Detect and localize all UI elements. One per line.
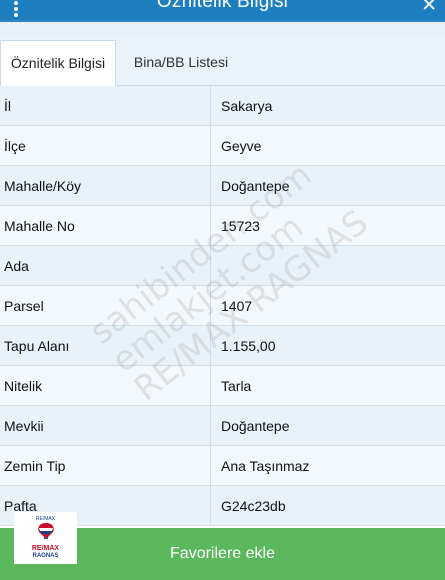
row-label: Tapu Alanı [4, 338, 70, 354]
table-row: Mahalle/Köy Doğantepe [0, 166, 445, 206]
column-divider [210, 166, 211, 205]
table-row: Ada [0, 246, 445, 286]
column-divider [210, 286, 211, 325]
table-row: Nitelik Tarla [0, 366, 445, 406]
row-value: 15723 [221, 218, 260, 234]
row-label: İl [4, 98, 11, 114]
row-value: Geyve [221, 138, 262, 154]
table-row: Mahalle No 15723 [0, 206, 445, 246]
row-label: Zemin Tip [4, 458, 66, 474]
remax-logo: RE/MAX RE/MAX RAGNAS [14, 512, 77, 564]
dialog-title: Öznitelik Bilgisi [156, 0, 289, 12]
title-bar: Öznitelik Bilgisi ✕ [0, 0, 445, 20]
row-label: Nitelik [4, 378, 43, 394]
table-row: Parsel 1407 [0, 286, 445, 326]
table-row: İl Sakarya [0, 86, 445, 126]
table-row: Zemin Tip Ana Taşınmaz [0, 446, 445, 486]
column-divider [210, 486, 211, 525]
row-value: Tarla [221, 378, 252, 394]
table-row: İlçe Geyve [0, 126, 445, 166]
column-divider [210, 206, 211, 245]
row-value: Ana Taşınmaz [221, 458, 310, 474]
column-divider [210, 246, 211, 285]
close-icon[interactable]: ✕ [421, 0, 437, 16]
row-value: Doğantepe [221, 418, 290, 434]
logo-brand: RE/MAX [31, 545, 60, 552]
column-divider [210, 326, 211, 365]
logo-office: RAGNAS [32, 553, 59, 559]
table-row: Mevkii Doğantepe [0, 406, 445, 446]
row-value: 1.155,00 [221, 338, 276, 354]
column-divider [210, 406, 211, 445]
row-label: Parsel [4, 298, 44, 314]
tab-bar: Öznitelik Bilgisi Bina/BB Listesi [0, 34, 445, 86]
table-row: Tapu Alanı 1.155,00 [0, 326, 445, 366]
tab-building-list[interactable]: Bina/BB Listesi [116, 40, 246, 86]
row-label: İlçe [4, 138, 26, 154]
column-divider [210, 86, 211, 125]
row-value: Sakarya [221, 98, 273, 114]
row-label: Mahalle No [4, 218, 75, 234]
header-divider [0, 20, 445, 34]
column-divider [210, 446, 211, 485]
row-label: Ada [4, 258, 29, 274]
tab-attribute-info[interactable]: Öznitelik Bilgisi [0, 40, 116, 86]
attribute-table: İl Sakarya İlçe Geyve Mahalle/Köy Doğantepe… [0, 86, 445, 526]
balloon-icon [37, 523, 54, 539]
row-label: Mevkii [4, 418, 44, 434]
row-value: 1407 [221, 298, 253, 314]
column-divider [210, 366, 211, 405]
row-value: Doğantepe [221, 178, 290, 194]
row-label: Mahalle/Köy [4, 178, 82, 194]
column-divider [210, 126, 211, 165]
row-value: G24c23db [221, 498, 286, 514]
